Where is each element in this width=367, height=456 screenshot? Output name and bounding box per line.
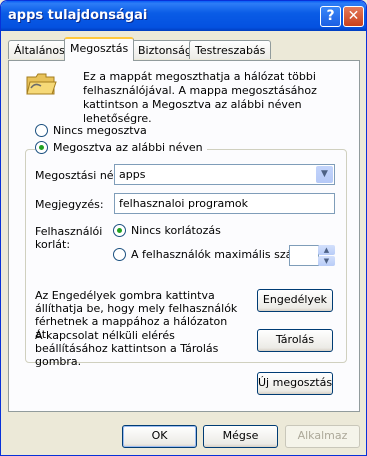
- no-limit-label: Nincs korlátozás: [131, 224, 221, 237]
- share-name-label: Megosztási név:: [35, 169, 124, 182]
- spin-down-icon[interactable]: ▼: [318, 256, 335, 266]
- properties-dialog: apps tulajdonságai ? ✕ Általános Megoszt…: [0, 0, 367, 456]
- radio-shared-as[interactable]: [35, 141, 48, 154]
- user-limit-label: Felhasználói korlát:: [35, 225, 103, 251]
- tab-general[interactable]: Általános: [8, 40, 71, 59]
- new-share-button[interactable]: Új megosztás: [257, 372, 333, 395]
- radio-not-shared[interactable]: [35, 124, 48, 137]
- comment-value: felhasznaloi programok: [119, 197, 249, 210]
- share-name-combo[interactable]: apps ▼: [114, 164, 335, 185]
- sharing-panel: Ez a mappát megoszthatja a hálózat többi…: [8, 60, 360, 412]
- max-users-label: A felhasználók maximális száma:: [131, 248, 314, 261]
- not-shared-label: Nincs megosztva: [53, 124, 147, 137]
- cancel-button[interactable]: Mégse: [203, 425, 278, 448]
- ok-button[interactable]: OK: [122, 425, 197, 448]
- intro-text: Ez a mappát megoszthatja a hálózat többi…: [83, 70, 317, 125]
- radio-no-limit[interactable]: [113, 224, 126, 237]
- close-button[interactable]: ✕: [343, 6, 364, 27]
- spin-up-icon[interactable]: ▲: [318, 245, 335, 255]
- max-users-option[interactable]: A felhasználók maximális száma:: [113, 248, 314, 261]
- chevron-down-icon[interactable]: ▼: [316, 166, 333, 183]
- tab-security[interactable]: Biztonság: [132, 40, 198, 59]
- no-limit-option[interactable]: Nincs korlátozás: [113, 224, 221, 237]
- share-name-value: apps: [119, 168, 146, 181]
- shared-folder-icon: [26, 73, 57, 95]
- max-users-spinner[interactable]: ▲ ▼: [318, 245, 335, 266]
- permissions-button[interactable]: Engedélyek: [257, 289, 333, 312]
- help-button[interactable]: ?: [320, 6, 341, 27]
- shared-as-option[interactable]: Megosztva az alábbi néven: [35, 141, 207, 154]
- not-shared-option[interactable]: Nincs megosztva: [35, 124, 147, 137]
- max-users-input[interactable]: [289, 245, 319, 266]
- radio-max-users[interactable]: [113, 248, 126, 261]
- tab-sharing[interactable]: Megosztás: [64, 37, 135, 61]
- caching-button[interactable]: Tárolás: [257, 329, 333, 352]
- apply-button: Alkalmaz: [285, 425, 360, 448]
- shared-as-label: Megosztva az alábbi néven: [53, 141, 203, 154]
- caching-description: A kapcsolat nélküli elérés beállításához…: [35, 329, 219, 368]
- comment-label: Megjegyzés:: [35, 198, 104, 211]
- tab-customize[interactable]: Testreszabás: [189, 40, 272, 59]
- title-bar[interactable]: apps tulajdonságai ? ✕: [1, 1, 366, 31]
- comment-input[interactable]: felhasznaloi programok: [114, 193, 335, 214]
- window-title: apps tulajdonságai: [8, 8, 148, 23]
